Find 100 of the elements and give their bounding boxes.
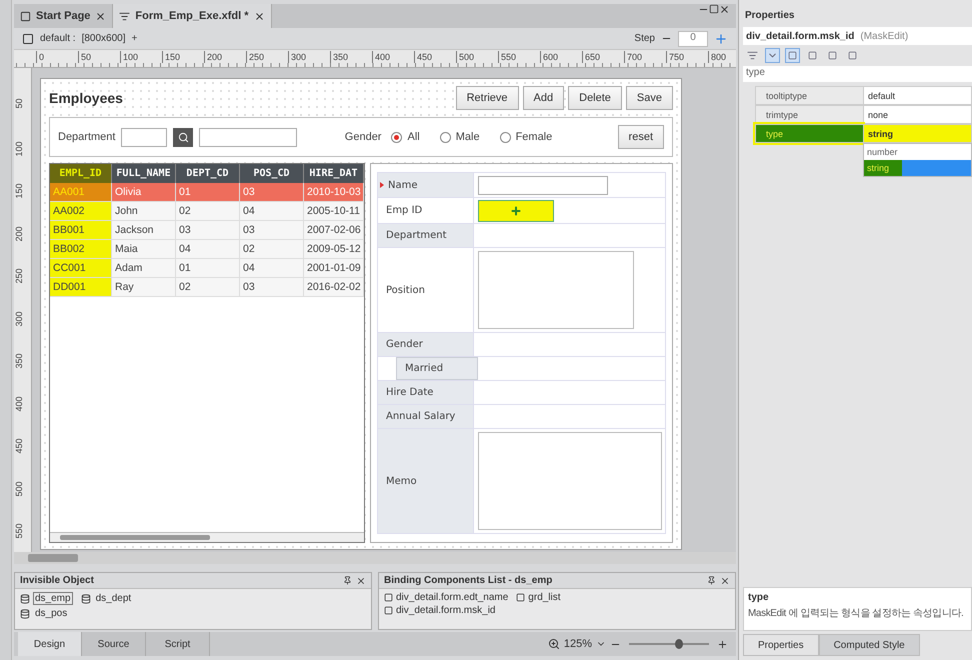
ruler-label: 500 <box>456 51 498 63</box>
form-button[interactable]: Add <box>522 86 564 110</box>
view-tab[interactable]: Source <box>82 632 146 656</box>
ruler-label: 350 <box>330 51 372 63</box>
ruler-label: 600 <box>540 51 582 63</box>
grid-cell: 03 <box>240 221 304 239</box>
ruler-label: 150 <box>162 51 204 63</box>
department-name-field[interactable] <box>199 128 298 146</box>
binding-item[interactable]: div_detail.form.msk_id <box>384 605 730 616</box>
pin-icon[interactable] <box>343 576 352 585</box>
ruler-label: 500 <box>14 480 25 498</box>
grid-cell: Ray <box>112 278 176 296</box>
ruler-label: 450 <box>14 438 25 456</box>
ruler-label: 400 <box>372 51 414 63</box>
ruler-label: 700 <box>624 51 666 63</box>
field-label: Married <box>396 357 478 380</box>
panel-tab[interactable]: Computed Style <box>818 634 920 656</box>
form-button[interactable]: Delete <box>568 86 622 110</box>
ruler-label: 750 <box>666 51 708 63</box>
database-icon <box>20 608 30 618</box>
dataset-item[interactable]: ds_pos <box>20 607 366 620</box>
department-code-field[interactable] <box>121 128 168 146</box>
ruler-label: 200 <box>204 51 246 63</box>
grid-row[interactable]: AA002 John 02 04 2005-10-11 <box>50 202 364 221</box>
panel-title: Invisible Object <box>20 575 94 586</box>
panel-title: Properties <box>744 9 796 23</box>
plus-icon[interactable] <box>714 32 728 46</box>
mask-edit[interactable] <box>478 200 554 222</box>
tab-label: Form_Emp_Exe.xfdl * <box>135 10 249 22</box>
field-label: Gender <box>378 333 474 356</box>
close-icon[interactable] <box>95 10 106 22</box>
grid-cell: 03 <box>240 183 304 201</box>
ruler-label: 200 <box>14 226 25 243</box>
object-name: div_detail.form.msk_id <box>746 30 854 42</box>
department-label: Department <box>58 131 116 143</box>
database-icon <box>80 594 91 604</box>
grid-cell: BB001 <box>50 221 112 239</box>
tab-label: Start Page <box>36 10 90 22</box>
grid-cell: Jackson <box>112 221 176 239</box>
description-text: MaskEdit 에 입력되는 형식을 설정하는 속성입니다. <box>748 607 964 620</box>
close-icon[interactable] <box>356 576 366 586</box>
grid-row[interactable]: DD001 Ray 02 03 2016-02-02 <box>50 278 364 297</box>
gender-radio[interactable]: Male <box>440 131 480 143</box>
field-label: Name <box>378 173 474 197</box>
grid-cell: Adam <box>112 259 176 277</box>
form-button[interactable]: Retrieve <box>456 86 519 110</box>
grid-row[interactable]: BB002 Maia 04 02 2009-05-12 <box>50 240 364 259</box>
add-layout-button[interactable]: + <box>132 33 138 44</box>
ruler-label: 650 <box>582 51 624 63</box>
gender-label: Gender <box>344 131 382 143</box>
grid-cell: Maia <box>112 240 176 258</box>
form-button[interactable]: Save <box>626 86 673 110</box>
close-icon[interactable] <box>254 10 265 22</box>
step-field[interactable]: 0 <box>678 30 708 46</box>
ruler-label: 50 <box>14 98 25 110</box>
database-icon <box>20 594 30 604</box>
reset-button[interactable]: reset <box>618 125 664 149</box>
grid-cell: CC001 <box>50 259 112 277</box>
grid-cell: 01 <box>176 183 240 201</box>
layout-size: [800x600] <box>82 33 126 44</box>
gender-radio[interactable]: All <box>391 131 420 143</box>
grid-cell: 02 <box>240 240 304 258</box>
pin-icon[interactable] <box>707 576 716 585</box>
zoom-value: 125% <box>564 638 592 650</box>
grid-cell: 04 <box>176 240 240 258</box>
form-title: Employees <box>49 90 123 106</box>
grid-cell: 04 <box>240 259 304 277</box>
panel-tab[interactable]: Properties <box>743 634 819 656</box>
panel-title: Binding Components List - ds_emp <box>384 575 552 586</box>
close-icon[interactable] <box>719 4 730 15</box>
grid-cell: BB002 <box>50 240 112 258</box>
dataset-item[interactable]: ds_dept <box>80 592 134 605</box>
grid-cell: 03 <box>176 221 240 239</box>
grid-row[interactable]: CC001 Adam 01 04 2001-01-09 <box>50 259 364 278</box>
grid-cell: 04 <box>240 202 304 220</box>
ruler-label: 350 <box>14 353 25 370</box>
dropdown-option[interactable]: string <box>864 160 971 176</box>
binding-item[interactable]: div_detail.form.edt_name <box>384 592 508 603</box>
field-label: Memo <box>378 429 474 533</box>
view-tab[interactable]: Design <box>18 632 82 656</box>
restore-icon[interactable] <box>709 4 719 14</box>
grid-cell: 02 <box>176 202 240 220</box>
name-field[interactable] <box>478 176 608 194</box>
zoom-in-icon[interactable] <box>717 638 728 650</box>
position-field[interactable] <box>478 251 634 329</box>
close-icon[interactable] <box>720 576 730 586</box>
memo-field[interactable] <box>478 432 662 530</box>
ruler-label: 50 <box>78 51 120 63</box>
object-type: (MaskEdit) <box>860 30 908 42</box>
grid-row[interactable]: BB001 Jackson 03 03 2007-02-06 <box>50 221 364 240</box>
binding-item[interactable]: grd_list <box>516 592 561 603</box>
search-button[interactable] <box>173 128 194 146</box>
view-tab[interactable]: Script <box>146 632 210 656</box>
gender-radio[interactable]: Female <box>500 131 552 143</box>
property-filter-field[interactable]: type <box>743 66 972 82</box>
grid-cell: 2001-01-09 <box>304 259 364 277</box>
step-label: Step <box>634 33 655 44</box>
grid-cell: John <box>112 202 176 220</box>
ruler-label: 300 <box>14 310 25 328</box>
editor-tab[interactable]: Form_Emp_Exe.xfdl * <box>113 4 272 28</box>
